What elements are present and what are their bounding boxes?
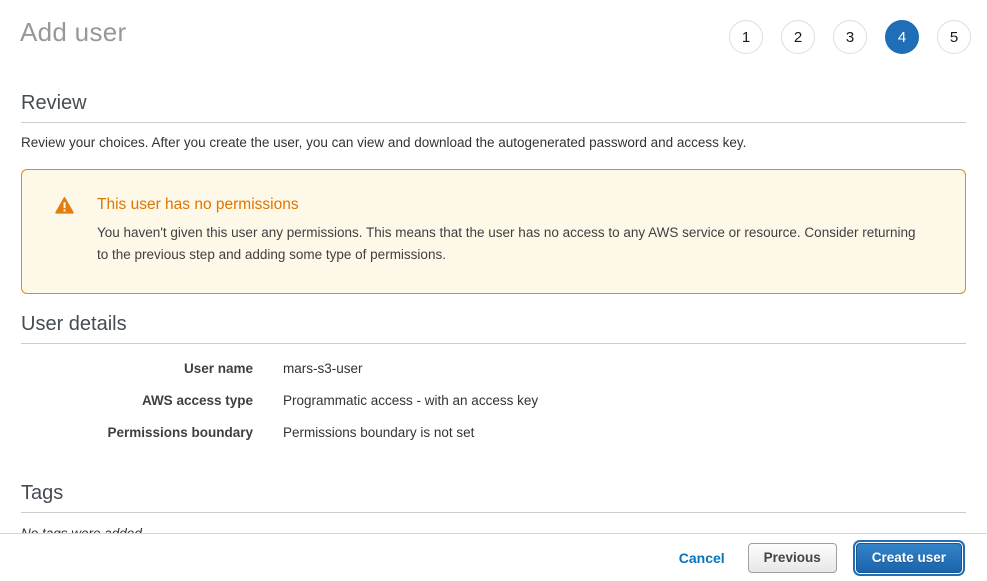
detail-label: Permissions boundary [21,425,253,440]
review-heading: Review [21,91,966,115]
tags-section: Tags No tags were added. [21,481,966,541]
user-details-divider [21,343,966,344]
review-description: Review your choices. After you create th… [21,134,966,152]
step-5: 5 [937,20,971,54]
detail-label: AWS access type [21,393,253,408]
wizard-header: Add user 1 2 3 4 5 [0,0,987,54]
wizard-footer: Cancel Previous Create user [0,533,987,581]
page-title: Add user [20,16,126,48]
create-user-button[interactable]: Create user [856,543,962,573]
step-2: 2 [781,20,815,54]
user-details-section: User details User name mars-s3-user AWS … [21,312,966,440]
warning-triangle-icon [55,197,74,219]
detail-label: User name [21,361,253,376]
warning-text: This user has no permissions You haven't… [97,195,929,266]
cancel-link[interactable]: Cancel [679,550,725,566]
user-details-heading: User details [21,312,966,336]
tags-divider [21,512,966,513]
detail-value: mars-s3-user [283,361,363,376]
warning-body: You haven't given this user any permissi… [97,222,929,266]
review-divider [21,122,966,123]
step-4-current: 4 [885,20,919,54]
previous-button[interactable]: Previous [748,543,837,573]
detail-row-access-type: AWS access type Programmatic access - wi… [21,393,966,408]
warning-title: This user has no permissions [97,195,929,214]
review-section: Review Review your choices. After you cr… [21,91,966,152]
no-permissions-warning-banner: This user has no permissions You haven't… [21,169,966,294]
detail-row-user-name: User name mars-s3-user [21,361,966,376]
detail-value: Programmatic access - with an access key [283,393,538,408]
detail-value: Permissions boundary is not set [283,425,474,440]
tags-heading: Tags [21,481,966,505]
step-3: 3 [833,20,867,54]
detail-row-permissions-boundary: Permissions boundary Permissions boundar… [21,425,966,440]
wizard-content: Review Review your choices. After you cr… [0,91,987,541]
step-1: 1 [729,20,763,54]
user-details-rows: User name mars-s3-user AWS access type P… [21,361,966,440]
wizard-step-indicator: 1 2 3 4 5 [729,20,971,54]
